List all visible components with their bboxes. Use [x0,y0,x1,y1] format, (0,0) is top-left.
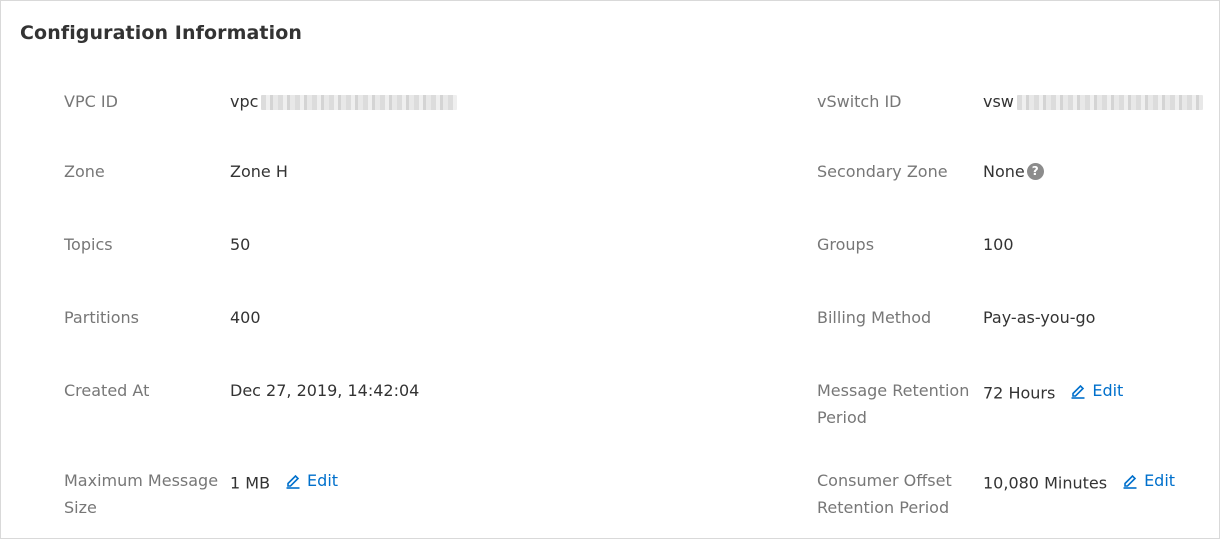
secondary-zone-label: Secondary Zone [817,162,948,181]
created-at-label: Created At [64,381,150,400]
groups-label: Groups [817,235,875,254]
created-at-value: Dec 27, 2019, 14:42:04 [230,381,420,400]
section-title: Configuration Information [20,22,302,44]
zone-value: Zone H [230,162,288,181]
edit-label: Edit [1144,471,1176,490]
edit-icon [1071,384,1085,399]
vswitch-id-redacted [1016,95,1203,110]
max-message-size-edit-button[interactable]: Edit [285,467,338,494]
billing-method-value: Pay-as-you-go [983,308,1096,327]
vpc-id-label: VPC ID [64,92,118,111]
edit-icon [286,474,300,489]
max-message-size-text: 1 MB [230,473,271,493]
message-retention-edit-button[interactable]: Edit [1070,377,1123,404]
topics-label: Topics [64,235,113,254]
message-retention-value: 72 Hours Edit [983,377,1123,407]
max-message-size-label: Maximum Message Size [64,471,219,517]
consumer-offset-retention-text: 10,080 Minutes [983,473,1108,493]
vpc-id-prefix: vpc [230,92,259,111]
consumer-offset-retention-edit-button[interactable]: Edit [1122,467,1175,494]
edit-icon [1123,474,1137,489]
question-circle-icon[interactable]: ? [1026,163,1044,180]
consumer-offset-retention-value: 10,080 Minutes Edit [983,467,1175,497]
partitions-value: 400 [230,308,261,327]
message-retention-text: 72 Hours [983,383,1056,403]
configuration-panel: Configuration Information VPC ID vpc vSw… [0,0,1220,539]
message-retention-label: Message Retention Period [817,381,970,427]
edit-label: Edit [1092,381,1124,400]
vswitch-id-label: vSwitch ID [817,92,902,111]
vpc-id-redacted [261,95,458,110]
vswitch-id-value: vsw [983,88,1203,115]
vswitch-id-prefix: vsw [983,92,1014,111]
secondary-zone-text: None [983,162,1025,181]
secondary-zone-value: None? [983,158,1044,185]
groups-value: 100 [983,235,1014,254]
zone-label: Zone [64,162,105,181]
consumer-offset-retention-label: Consumer Offset Retention Period [817,471,952,517]
edit-label: Edit [307,471,339,490]
partitions-label: Partitions [64,308,140,327]
vpc-id-value: vpc [230,88,458,115]
max-message-size-value: 1 MB Edit [230,467,338,497]
topics-value: 50 [230,235,251,254]
billing-method-label: Billing Method [817,308,932,327]
